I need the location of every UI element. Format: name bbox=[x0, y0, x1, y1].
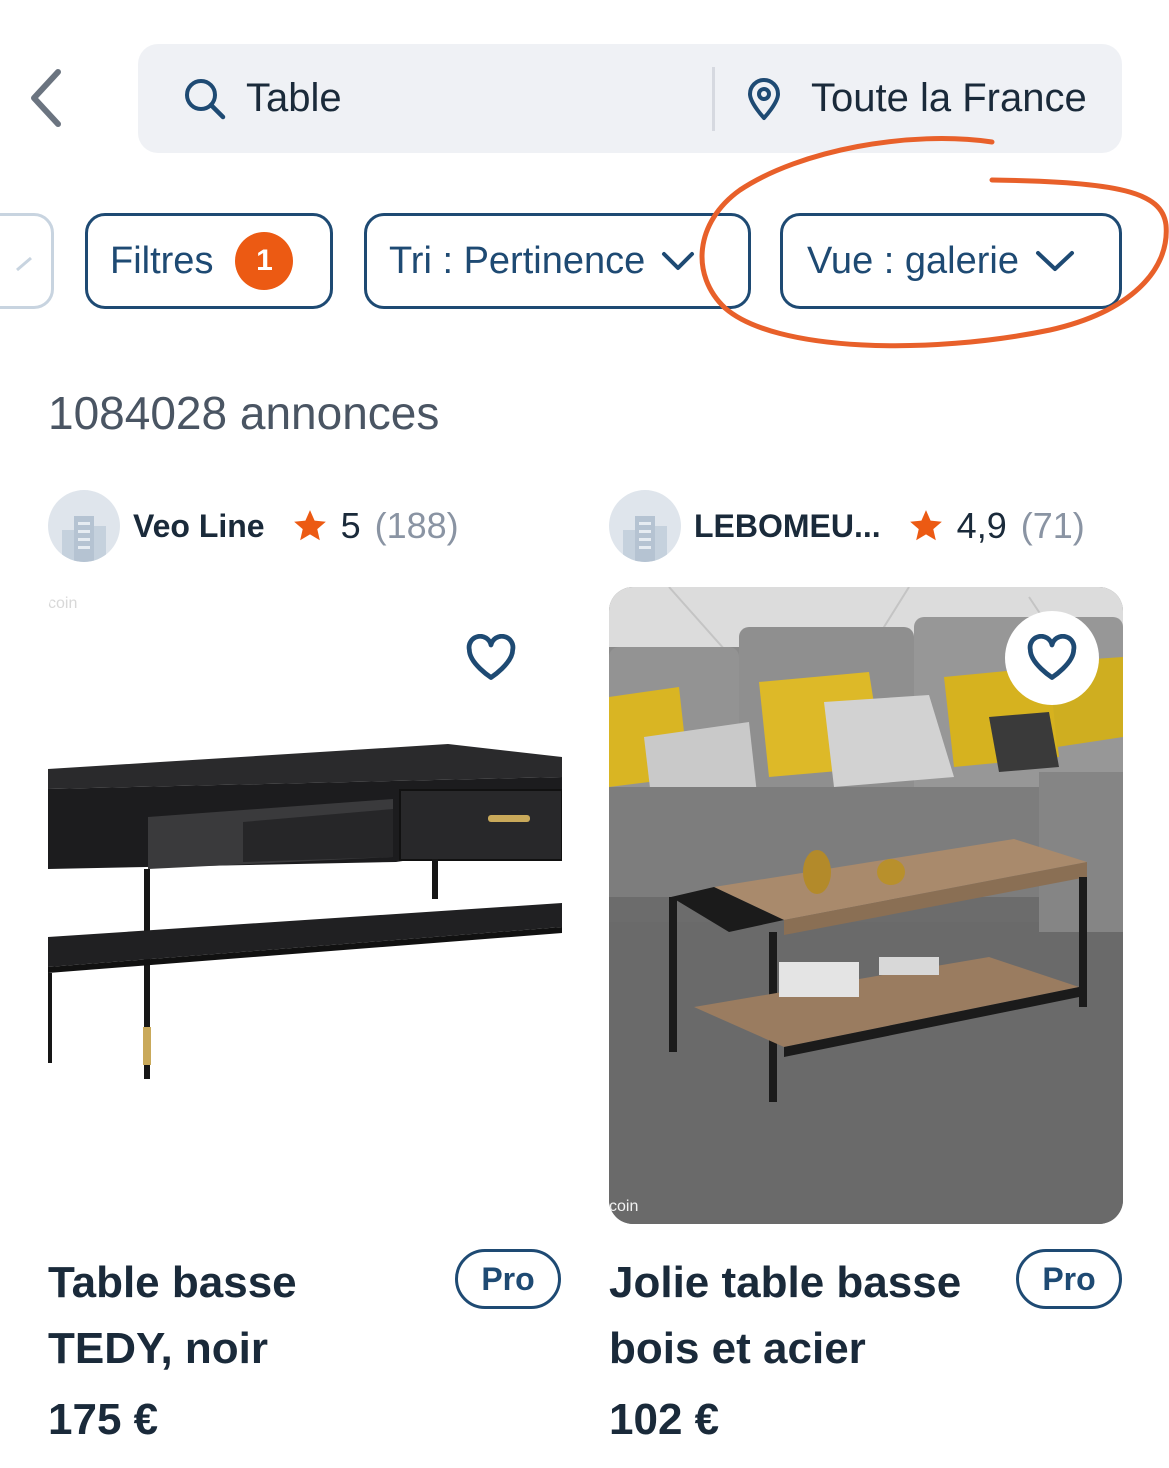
seller-name: LEBOMEU... bbox=[694, 507, 881, 544]
search-bar: Table Toute la France bbox=[138, 44, 1122, 153]
location-pin-icon bbox=[748, 77, 780, 120]
search-icon bbox=[185, 78, 226, 119]
chevron-down-icon bbox=[662, 252, 695, 270]
sort-dropdown[interactable]: Tri : Pertinence bbox=[364, 213, 751, 309]
filtres-button[interactable]: Filtres 1 bbox=[85, 213, 333, 309]
avatar bbox=[609, 490, 681, 562]
heart-icon bbox=[466, 634, 516, 680]
star-icon bbox=[293, 510, 326, 541]
results-count: 1084028 annonces bbox=[48, 387, 440, 439]
building-icon bbox=[62, 516, 106, 562]
sort-label: Tri : Pertinence bbox=[389, 239, 646, 282]
chevron-down-icon bbox=[1035, 251, 1074, 271]
location-field[interactable]: Toute la France bbox=[715, 44, 1087, 153]
chip-partial[interactable] bbox=[0, 213, 54, 309]
seller-name: Veo Line bbox=[133, 507, 265, 544]
avatar bbox=[48, 490, 120, 562]
rating-value: 5 bbox=[340, 505, 361, 546]
pro-badge: Pro bbox=[455, 1249, 561, 1309]
listing-title[interactable]: Jolie table basse bois et acier bbox=[609, 1250, 999, 1382]
image-watermark: coin bbox=[48, 595, 78, 612]
building-icon bbox=[623, 516, 667, 562]
listing-price: 102 € bbox=[609, 1395, 720, 1444]
listing-price: 175 € bbox=[48, 1395, 159, 1444]
star-icon bbox=[909, 510, 942, 541]
seller-rating: 4,9 (71) bbox=[907, 505, 1085, 547]
view-dropdown[interactable]: Vue : galerie bbox=[780, 213, 1122, 309]
listing-image[interactable]: coin bbox=[609, 587, 1123, 1224]
view-label: Vue : galerie bbox=[807, 239, 1019, 282]
favorite-button[interactable] bbox=[444, 611, 538, 705]
edit-icon bbox=[16, 256, 32, 272]
seller-info[interactable]: LEBOMEU... 4,9 (71) bbox=[609, 490, 1085, 562]
back-button[interactable] bbox=[20, 62, 72, 134]
filtres-count-badge: 1 bbox=[235, 232, 294, 290]
location-text: Toute la France bbox=[811, 76, 1087, 120]
pro-badge: Pro bbox=[1016, 1249, 1122, 1309]
search-query-field[interactable]: Table bbox=[138, 44, 712, 153]
filtres-label: Filtres bbox=[110, 239, 214, 282]
seller-rating: 5 (188) bbox=[291, 505, 459, 547]
favorite-button[interactable] bbox=[1005, 611, 1099, 705]
rating-count: (188) bbox=[374, 505, 459, 546]
search-query-text: Table bbox=[246, 76, 342, 120]
listing-title[interactable]: Table basse TEDY, noir bbox=[48, 1250, 378, 1382]
image-watermark: coin bbox=[609, 1198, 639, 1215]
heart-icon bbox=[1027, 634, 1077, 680]
chevron-left-icon bbox=[31, 69, 61, 127]
seller-info[interactable]: Veo Line 5 (188) bbox=[48, 490, 459, 562]
rating-count: (71) bbox=[1020, 505, 1085, 546]
rating-value: 4,9 bbox=[956, 505, 1007, 546]
listing-image[interactable]: coin bbox=[48, 587, 562, 1224]
